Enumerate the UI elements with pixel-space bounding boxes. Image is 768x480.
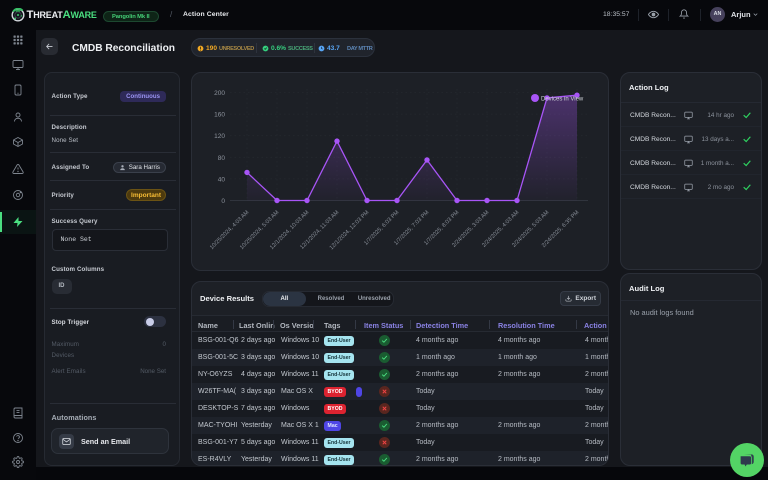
svg-text:80: 80 bbox=[218, 155, 226, 162]
svg-text:200: 200 bbox=[214, 90, 225, 97]
svg-text:160: 160 bbox=[214, 112, 225, 119]
svg-text:40: 40 bbox=[218, 176, 226, 183]
svg-text:120: 120 bbox=[214, 133, 225, 140]
svg-text:0: 0 bbox=[221, 198, 225, 205]
svg-text:Devices in View: Devices in View bbox=[541, 97, 584, 103]
